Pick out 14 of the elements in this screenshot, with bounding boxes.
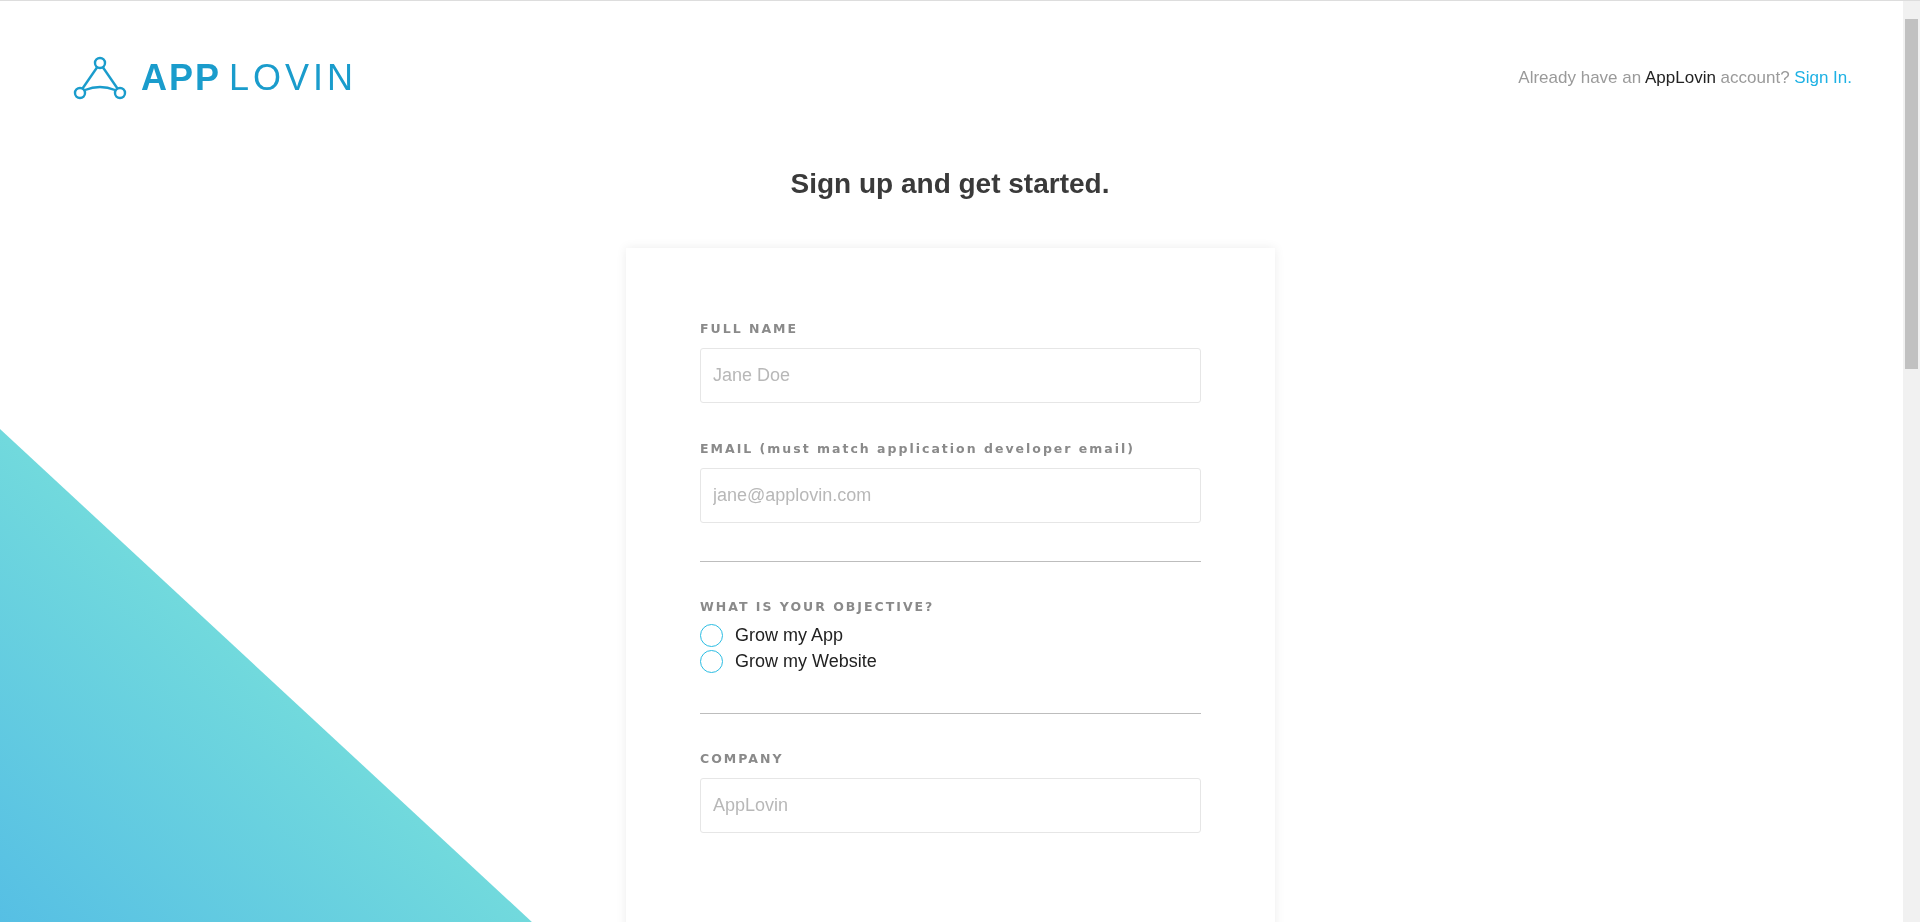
- input-field[interactable]: jane@applovin.com: [700, 468, 1201, 523]
- sign-in-prompt: Already have an AppLovin account? Sign In.: [1518, 68, 1852, 88]
- field-label: FULL NAME: [700, 321, 800, 336]
- field-label: EMAIL (must match application developer email): [700, 441, 1137, 456]
- radio-label[interactable]: Grow my Website: [735, 651, 877, 672]
- field-label: WHAT IS YOUR OBJECTIVE?: [700, 599, 936, 614]
- input-field[interactable]: Jane Doe: [700, 348, 1201, 403]
- page-heading: Sign up and get started.: [789, 168, 1111, 200]
- radio-label[interactable]: Grow my App: [735, 625, 844, 646]
- scrollbar-thumb[interactable]: [1905, 19, 1918, 369]
- triangle-logo-icon: [73, 55, 127, 101]
- input-field[interactable]: AppLovin: [700, 778, 1201, 833]
- scrollbar[interactable]: [1903, 1, 1920, 922]
- field-label: COMPANY: [700, 751, 785, 766]
